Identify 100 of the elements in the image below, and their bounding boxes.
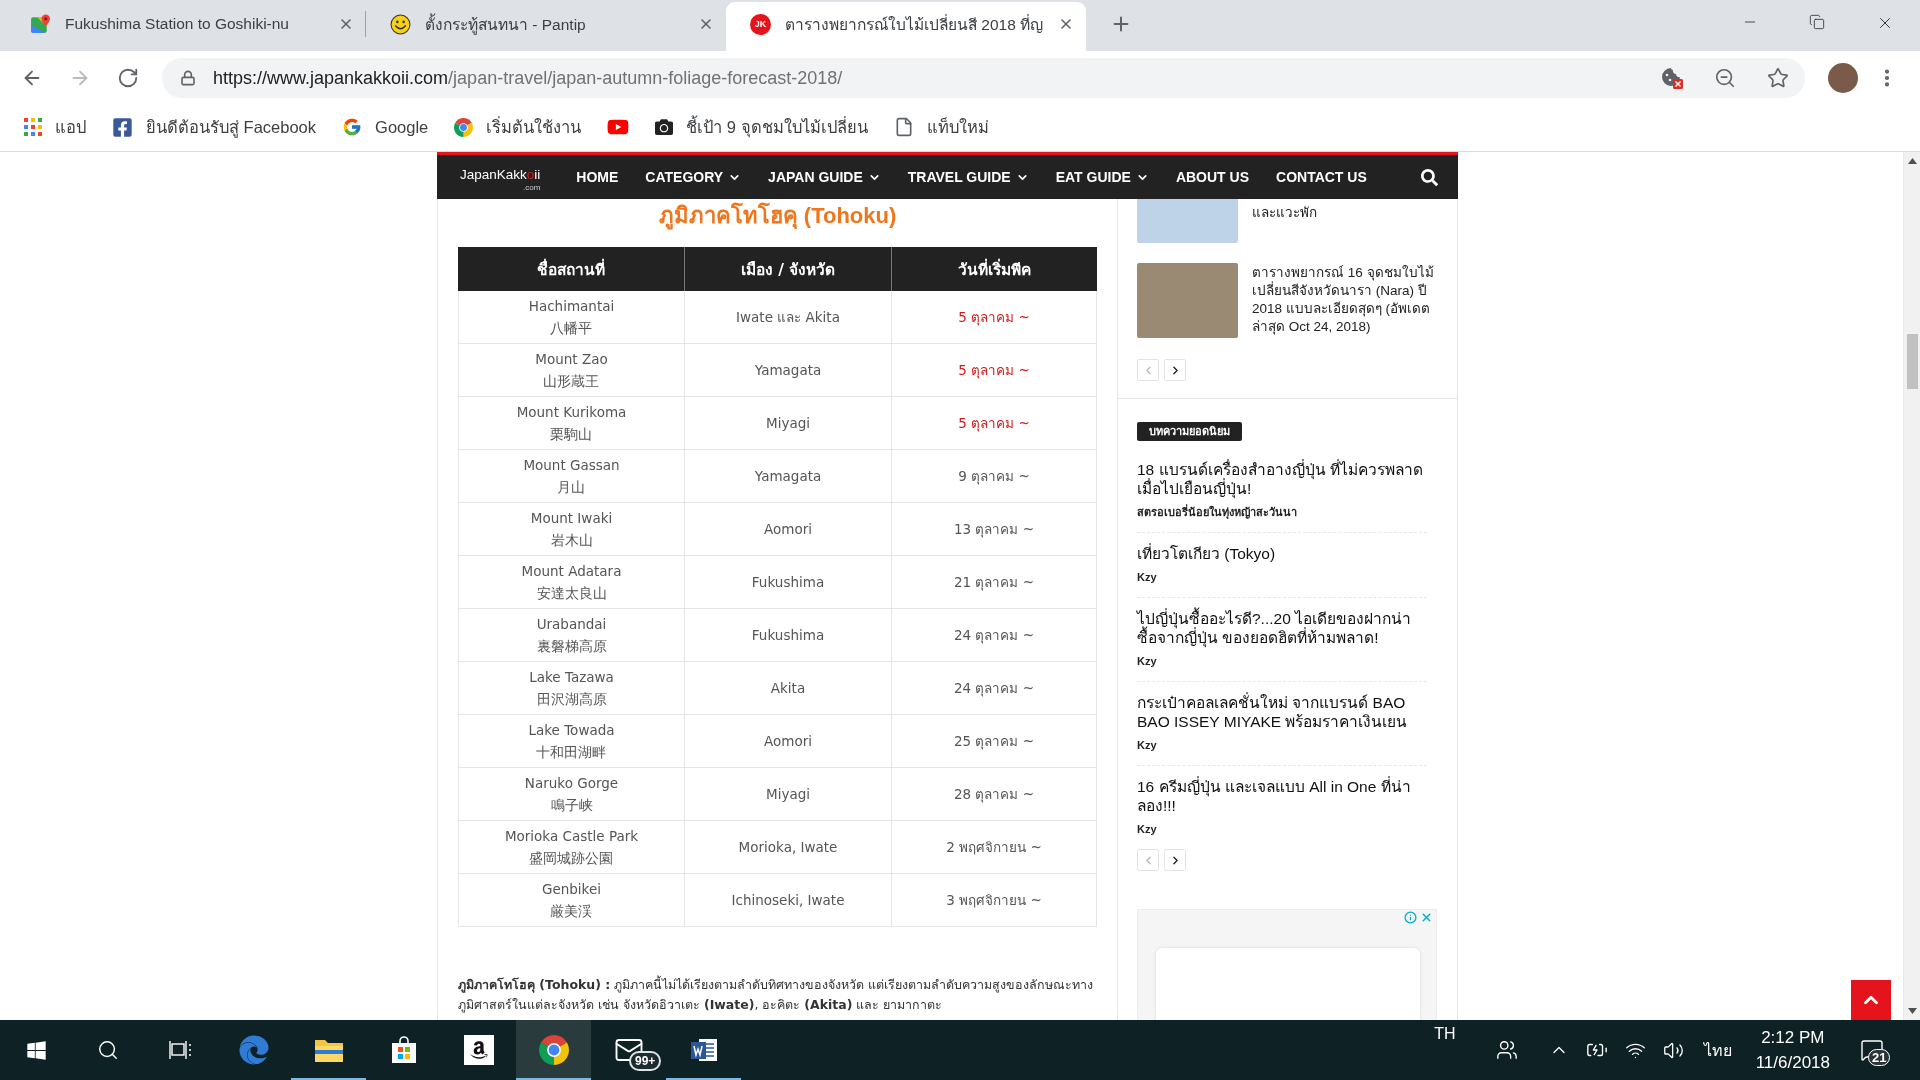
- table-header-cell: วันที่เริ่มพีค: [891, 247, 1097, 291]
- table-cell: 5 ตุลาคม ~: [891, 344, 1097, 397]
- browser-tab[interactable]: ตั้งกระทู้สนทนา - Pantip: [366, 2, 726, 51]
- windows-icon[interactable]: [25, 1039, 47, 1061]
- close-icon[interactable]: [1058, 16, 1074, 32]
- article-link[interactable]: เที่ยวโตเกียว (Tokyo): [1137, 544, 1427, 563]
- author-name: Kzy: [1137, 822, 1158, 836]
- table-cell: Mount Iwaki 岩木山: [458, 503, 684, 556]
- browser-tab[interactable]: JK ตารางพยากรณ์ใบไม้เปลี่ยนสี 2018 ที่ญ: [726, 2, 1086, 51]
- reload-icon[interactable]: [117, 67, 139, 89]
- table-cell: Genbikei 厳美渓: [458, 874, 684, 927]
- table-cell: Urabandai 裏磐梯高原: [458, 609, 684, 662]
- table-cell: Fukushima: [684, 556, 891, 609]
- language-indicator[interactable]: TH: [1434, 1025, 1456, 1043]
- close-icon[interactable]: [698, 16, 714, 32]
- article-link[interactable]: กระเป๋าคอลเลคชั่นใหม่ จากแบรนด์ BAO BAO ISSEY MIYAKE พร้อมราคาเงินเยน: [1137, 693, 1427, 731]
- table-cell: Yamagata: [684, 344, 891, 397]
- table-cell: Naruko Gorge 鳴子峡: [458, 768, 684, 821]
- count-badge: 99+: [629, 1051, 662, 1071]
- table-cell: Aomori: [684, 715, 891, 768]
- bookmark-link[interactable]: ชี้เป้า 9 จุดชมใบไม้เปลี่ยน: [655, 114, 868, 140]
- next-button[interactable]: [1164, 359, 1186, 381]
- search-icon[interactable]: [1421, 168, 1438, 186]
- author-name: Kzy: [1137, 654, 1158, 668]
- bookmark-link[interactable]: แท็บใหม่: [893, 114, 989, 140]
- article-link[interactable]: 16 ครีมญี่ปุ่น และเจลแบบ All in One ที่น่าลอง!!!: [1137, 777, 1427, 815]
- table-cell: Mount Kurikoma 栗駒山: [458, 397, 684, 450]
- table-cell: Miyagi: [684, 768, 891, 821]
- apps-grid-icon[interactable]: [24, 118, 42, 136]
- bookmark-link[interactable]: Google: [342, 117, 429, 137]
- cookie-blocked-icon[interactable]: [1661, 67, 1683, 89]
- back-to-top-button[interactable]: [1851, 980, 1891, 1020]
- bookmark-link[interactable]: แอป: [24, 114, 86, 140]
- chrome-icon[interactable]: [538, 1035, 569, 1065]
- close-icon[interactable]: [338, 16, 354, 32]
- section-heading: ภูมิภาคโทโฮคุ (Tohoku): [657, 201, 898, 231]
- table-cell: Iwate และ Akita: [684, 291, 891, 344]
- people-icon[interactable]: [1495, 1039, 1518, 1061]
- smiley-icon: [390, 13, 411, 35]
- folder-icon[interactable]: [313, 1037, 344, 1063]
- shopping-bag-icon[interactable]: [389, 1036, 418, 1064]
- camera-icon: [655, 118, 674, 136]
- chrome-icon: [454, 117, 474, 137]
- zoom-out-icon[interactable]: [1714, 67, 1736, 89]
- next-button[interactable]: [1164, 849, 1186, 871]
- article-link[interactable]: ตารางพยากรณ์ 16 จุดชมใบไม้เปลี่ยนสีจังหวัดนารา (Nara) ปี 2018 แบบละเอียดสุดๆ (อัพเดตล่าสุด Oct 24, 2018): [1252, 263, 1437, 336]
- table-cell: Morioka Castle Park 盛岡城跡公園: [458, 821, 684, 874]
- table-cell: Mount Zao 山形蔵王: [458, 344, 684, 397]
- bookmark-link[interactable]: ยินดีต้อนรับสู่ Facebook: [112, 114, 317, 140]
- input-language[interactable]: ไทย: [1703, 1037, 1732, 1063]
- clock-date[interactable]: 11/6/2018: [1755, 1050, 1830, 1075]
- table-header-cell: ชื่อสถานที่: [458, 247, 684, 291]
- bookmark-link[interactable]: เริ่มต้นใช้งาน: [454, 114, 582, 140]
- google-icon: [342, 117, 363, 137]
- table-cell: 3 พฤศจิกายน ~: [891, 874, 1097, 927]
- table-cell: Lake Towada 十和田湖畔: [458, 715, 684, 768]
- nav-link[interactable]: CATEGORY: [645, 169, 742, 185]
- nav-link[interactable]: CONTACT US: [1276, 169, 1367, 185]
- table-header-cell: เมือง / จังหวัด: [684, 247, 891, 291]
- article-link[interactable]: ไปญี่ปุ่นซื้ออะไรดี?...20 ไอเดียของฝากน่าซื้อจากญี่ปุ่น ของยอดฮิตที่ห้ามพลาด!: [1137, 609, 1427, 647]
- table-cell: Hachimantai 八幡平: [458, 291, 684, 344]
- restore-icon[interactable]: [1809, 14, 1825, 30]
- article-link[interactable]: และแวะพัก: [1252, 199, 1317, 222]
- author-name: Kzy: [1137, 570, 1158, 584]
- nav-link[interactable]: HOME: [576, 169, 619, 185]
- article-link[interactable]: 18 แบรนด์เครื่องสำอางญี่ปุ่น ที่ไม่ควรพลาดเมื่อไปเยือนญี่ปุ่น!: [1137, 460, 1427, 498]
- table-cell: 21 ตุลาคม ~: [891, 556, 1097, 609]
- table-cell: Morioka, Iwate: [684, 821, 891, 874]
- nav-link[interactable]: JAPAN GUIDE: [768, 169, 881, 185]
- word-icon[interactable]: [689, 1036, 718, 1064]
- address-field[interactable]: https://www.japankakkoii.com/japan-travel/japan-autumn-foliage-forecast-2018/: [162, 58, 1805, 98]
- taskbar-button[interactable]: [516, 1020, 591, 1080]
- article-paragraph: ภูมิภาคโทโฮคุ (Tohoku) : ภูมิภาคนี้ไม่ได้เรียงตามลำดับทิศทางของจังหวัด แต่เรียงตามลำดับความสูงของลักษณะทางภูมิศาสตร์ในแต่ละจังหวัด เช่น จังหวัดอิวาเตะ (Iwate), อะคิตะ (Akita) และ ยามากาตะ: [458, 975, 1095, 1015]
- table-cell: 13 ตุลาคม ~: [891, 503, 1097, 556]
- table-cell: Mount Adatara 安達太良山: [458, 556, 684, 609]
- author-name: Kzy: [1137, 738, 1158, 752]
- site-logo[interactable]: JapanKakkoii .com: [460, 166, 541, 188]
- edge-icon[interactable]: [238, 1035, 269, 1065]
- nav-link[interactable]: ABOUT US: [1175, 169, 1249, 185]
- bookmark-star-icon[interactable]: [1767, 67, 1789, 89]
- search-icon[interactable]: [97, 1039, 119, 1061]
- table-cell: Yamagata: [684, 450, 891, 503]
- task-view-icon[interactable]: [169, 1040, 191, 1060]
- amazon-icon[interactable]: [463, 1035, 494, 1065]
- scrollbar-thumb[interactable]: [1906, 334, 1918, 389]
- avatar[interactable]: [1828, 63, 1858, 93]
- count-badge: 21: [1868, 1049, 1891, 1066]
- table-cell: Fukushima: [684, 609, 891, 662]
- nav-link[interactable]: EAT GUIDE: [1055, 169, 1149, 185]
- table-cell: Lake Tazawa 田沢湖高原: [458, 662, 684, 715]
- table-cell: 2 พฤศจิกายน ~: [891, 821, 1097, 874]
- author-name: สตรอเบอรี่น้อยในทุ่งหญ้าสะวันนา: [1137, 505, 1298, 519]
- scroll-up-icon[interactable]: [1907, 158, 1917, 164]
- scroll-down-icon[interactable]: [1907, 1008, 1917, 1014]
- clock-time[interactable]: 2:12 PM: [1761, 1025, 1825, 1050]
- table-cell: Ichinoseki, Iwate: [684, 874, 891, 927]
- browser-tab[interactable]: Fukushima Station to Goshiki-nu: [6, 2, 366, 51]
- site-favicon: JK: [750, 13, 771, 35]
- table-cell: Akita: [684, 662, 891, 715]
- nav-link[interactable]: TRAVEL GUIDE: [907, 169, 1029, 185]
